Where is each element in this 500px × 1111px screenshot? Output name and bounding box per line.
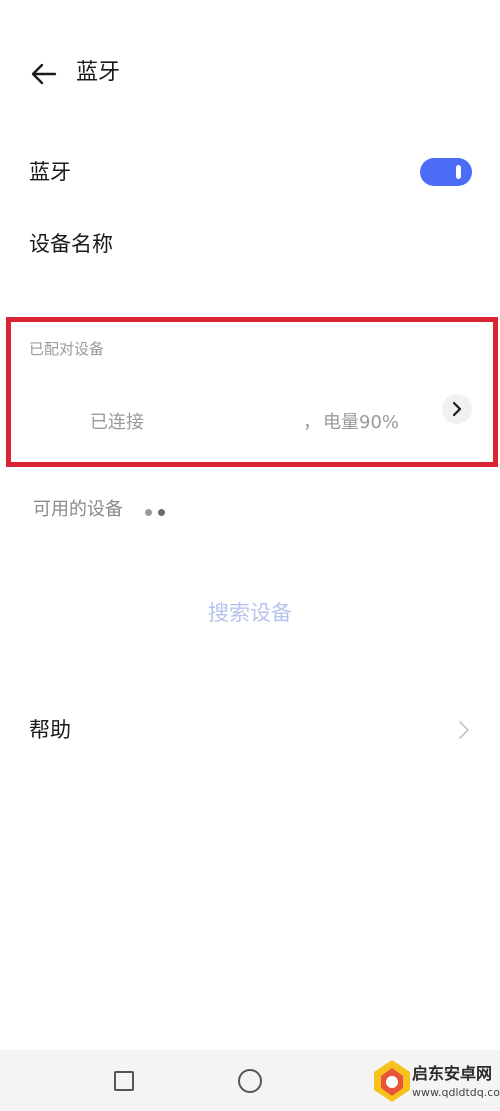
search-devices-button[interactable]: 搜索设备 [190, 596, 310, 630]
watermark-logo [374, 1060, 410, 1102]
recents-button[interactable] [114, 1071, 134, 1091]
help-row[interactable]: 帮助 [29, 715, 469, 745]
device-name-label: 设备名称 [29, 232, 113, 256]
available-devices-label: 可用的设备 [33, 499, 123, 520]
toggle-knob [456, 165, 461, 179]
device-name-row[interactable]: 设备名称 [29, 229, 469, 259]
device-details-button[interactable] [442, 394, 472, 424]
back-button[interactable] [22, 52, 66, 96]
watermark: 启东安卓网 www.qdldtdq.com [368, 1052, 500, 1111]
device-connection-status: 已连接 [90, 412, 144, 433]
page-title: 蓝牙 [76, 60, 121, 85]
arrow-left-icon [31, 63, 57, 85]
chevron-right-icon [452, 401, 462, 417]
paired-devices-caption: 已配对设备 [29, 340, 105, 358]
watermark-url: www.qdldtdq.com [412, 1086, 500, 1099]
help-label: 帮助 [29, 718, 71, 742]
device-battery-level: 电量90% [323, 412, 400, 433]
bluetooth-label: 蓝牙 [29, 160, 71, 184]
loading-dots-icon [143, 508, 167, 516]
device-status-separator: ， [303, 412, 321, 433]
chevron-right-icon [454, 718, 474, 742]
home-button[interactable] [238, 1069, 262, 1093]
bluetooth-toggle[interactable] [420, 158, 472, 186]
watermark-name: 启东安卓网 [412, 1064, 493, 1083]
